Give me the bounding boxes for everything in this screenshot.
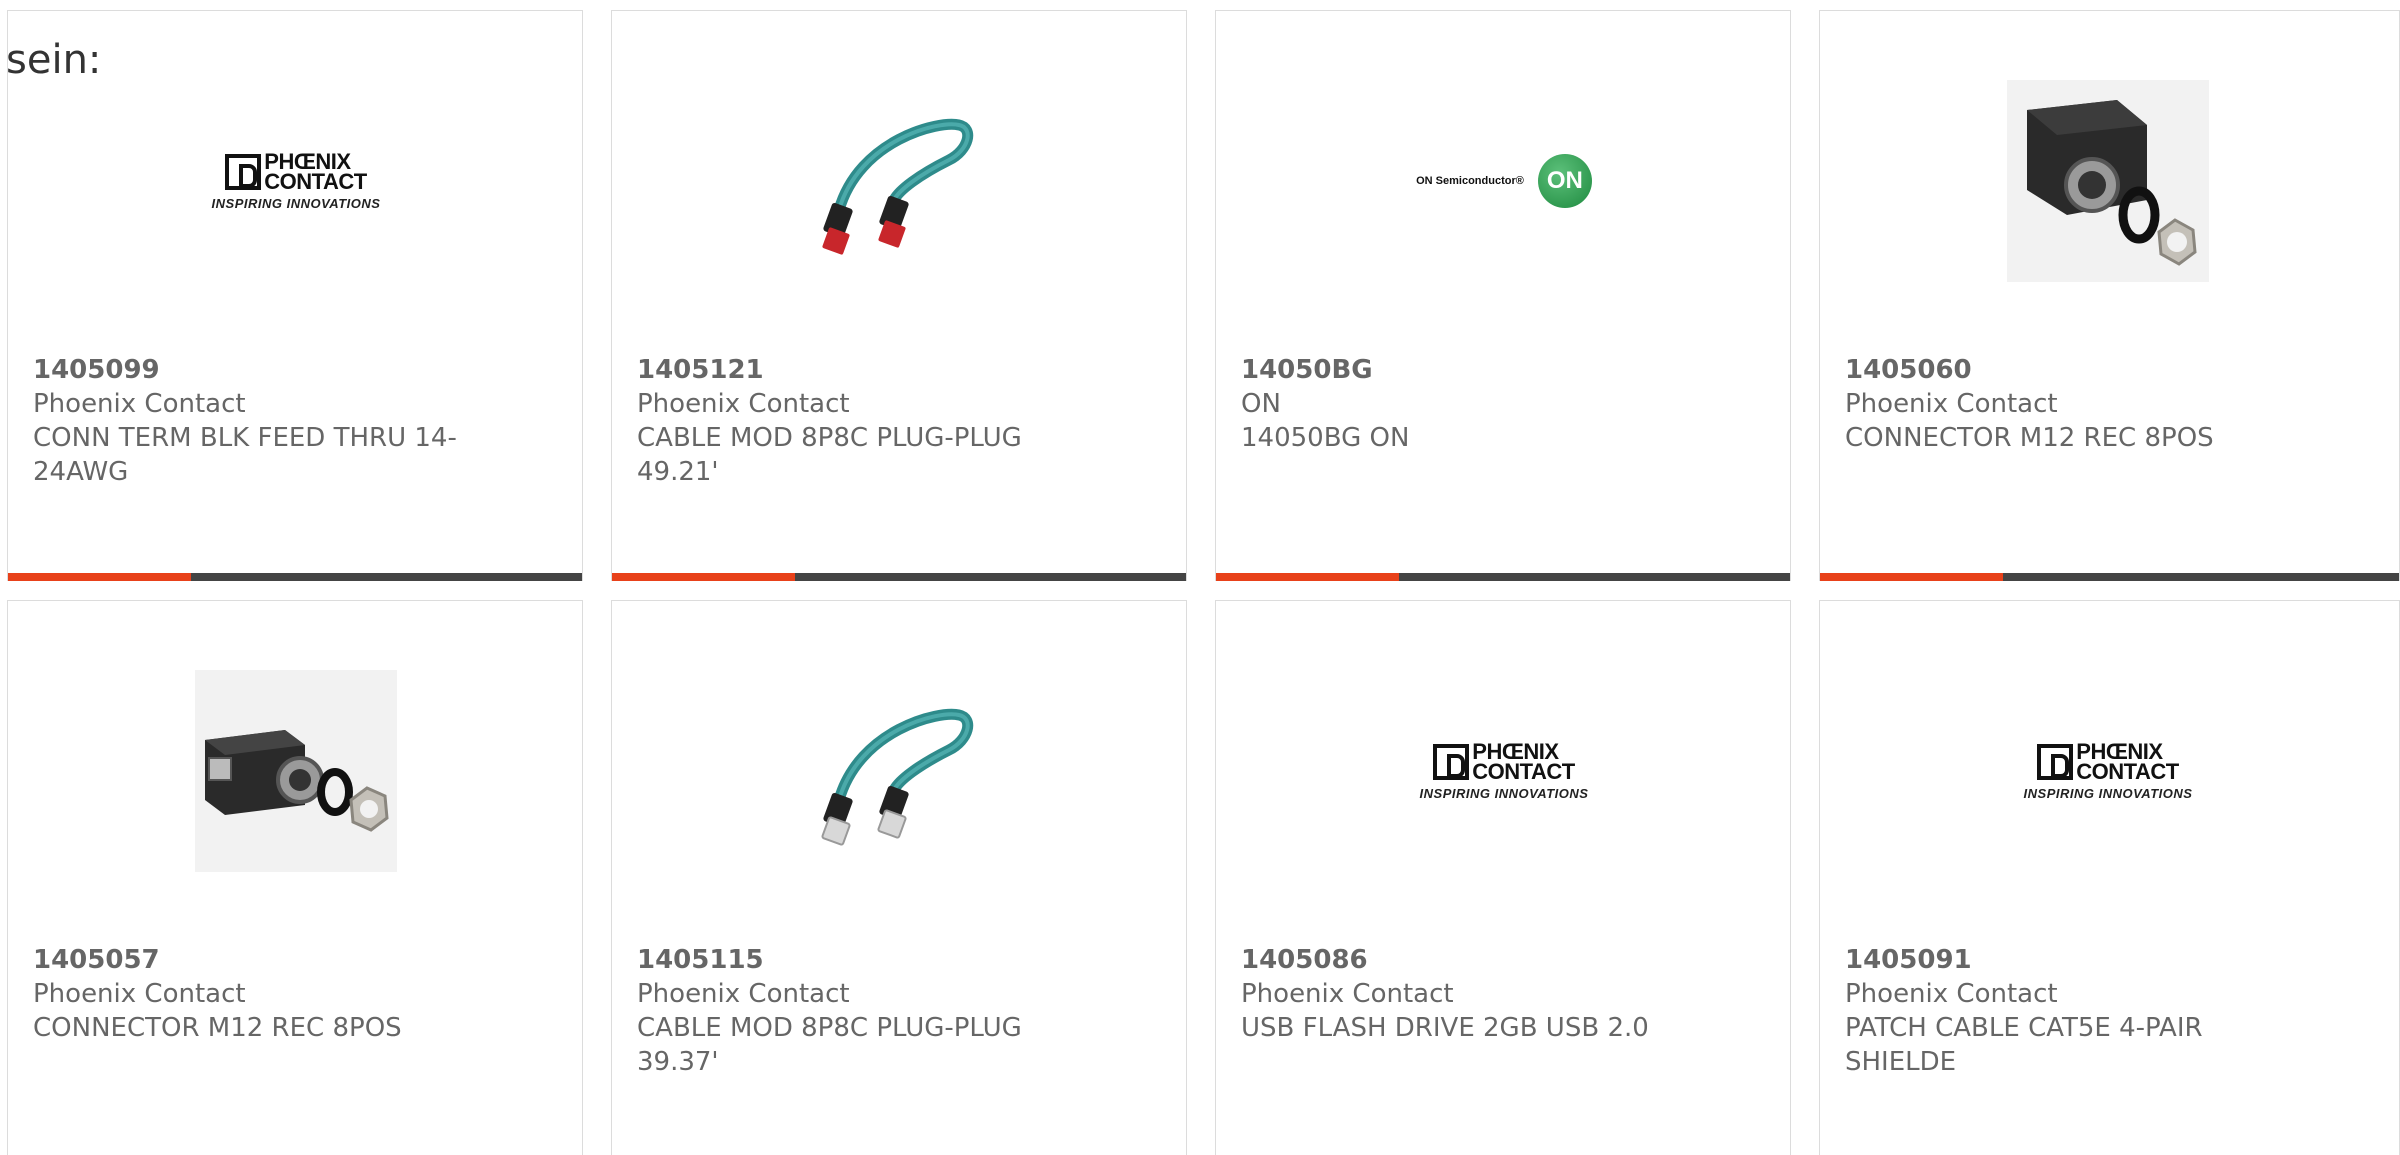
- phoenix-p-icon: [225, 153, 262, 190]
- product-image[interactable]: ON Semiconductor® ON: [1403, 80, 1605, 282]
- phoenix-contact-logo: PHŒNIX CONTACT INSPIRING INNOVATIONS: [2023, 740, 2193, 801]
- part-number[interactable]: 1405099: [33, 353, 503, 387]
- product-image[interactable]: PHŒNIX CONTACT INSPIRING INNOVATIONS: [2007, 670, 2209, 872]
- part-number[interactable]: 1405060: [1845, 353, 2315, 387]
- card-bottom-bar: [612, 573, 1186, 581]
- manufacturer: Phoenix Contact: [33, 389, 246, 419]
- on-badge-icon: ON: [1537, 154, 1592, 208]
- product-info: 1405060 Phoenix Contact CONNECTOR M12 RE…: [1845, 353, 2315, 455]
- manufacturer: Phoenix Contact: [637, 389, 850, 419]
- phoenix-p-icon: [2037, 743, 2074, 780]
- product-card[interactable]: 1405121 Phoenix Contact CABLE MOD 8P8C P…: [611, 10, 1187, 581]
- description: CONNECTOR M12 REC 8POS: [33, 1013, 402, 1043]
- product-image[interactable]: PHŒNIX CONTACT INSPIRING INNOVATIONS: [1403, 670, 1605, 872]
- product-image[interactable]: [2007, 80, 2209, 282]
- product-card[interactable]: 1405057 Phoenix Contact CONNECTOR M12 RE…: [7, 600, 583, 1155]
- logo-text: ON Semiconductor®: [1416, 175, 1524, 187]
- intro-text: sein:: [6, 37, 102, 83]
- part-number[interactable]: 1405086: [1241, 943, 1711, 977]
- product-info: 1405086 Phoenix Contact USB FLASH DRIVE …: [1241, 943, 1711, 1045]
- card-bottom-bar: [1820, 573, 2399, 581]
- logo-tagline: INSPIRING INNOVATIONS: [211, 195, 381, 211]
- phoenix-p-icon: [1433, 743, 1470, 780]
- product-card[interactable]: 1405115 Phoenix Contact CABLE MOD 8P8C P…: [611, 600, 1187, 1155]
- part-number[interactable]: 1405115: [637, 943, 1107, 977]
- card-bottom-bar: [1216, 573, 1790, 581]
- product-card[interactable]: ON Semiconductor® ON 14050BG ON 14050BG …: [1215, 10, 1791, 581]
- part-number[interactable]: 1405091: [1845, 943, 2315, 977]
- product-image[interactable]: [195, 670, 397, 872]
- product-info: 14050BG ON 14050BG ON: [1241, 353, 1711, 455]
- card-accent: [612, 573, 795, 581]
- product-image[interactable]: [799, 80, 1001, 282]
- description: PATCH CABLE CAT5E 4-PAIR SHIELDE: [1845, 1013, 2203, 1077]
- description: 14050BG ON: [1241, 423, 1410, 453]
- description: USB FLASH DRIVE 2GB USB 2.0: [1241, 1013, 1649, 1043]
- description: CONNECTOR M12 REC 8POS: [1845, 423, 2214, 453]
- part-number[interactable]: 1405057: [33, 943, 503, 977]
- manufacturer: Phoenix Contact: [33, 979, 246, 1009]
- card-bottom-bar: [8, 573, 582, 581]
- phoenix-contact-logo: PHŒNIX CONTACT INSPIRING INNOVATIONS: [1419, 740, 1589, 801]
- card-accent: [1820, 573, 2003, 581]
- product-card[interactable]: PHŒNIX CONTACT INSPIRING INNOVATIONS 140…: [1819, 600, 2400, 1155]
- logo-tagline: INSPIRING INNOVATIONS: [1419, 785, 1589, 801]
- logo-line2: CONTACT: [264, 168, 367, 194]
- description: CONN TERM BLK FEED THRU 14-24AWG: [33, 423, 457, 487]
- logo-line2: CONTACT: [1472, 758, 1575, 784]
- on-semiconductor-logo: ON Semiconductor® ON: [1416, 154, 1592, 208]
- product-card[interactable]: 1405060 Phoenix Contact CONNECTOR M12 RE…: [1819, 10, 2400, 581]
- card-accent: [8, 573, 191, 581]
- product-grid: PHŒNIX CONTACT INSPIRING INNOVATIONS 140…: [0, 0, 2400, 1155]
- product-image[interactable]: PHŒNIX CONTACT INSPIRING INNOVATIONS: [195, 80, 397, 282]
- product-info: 1405115 Phoenix Contact CABLE MOD 8P8C P…: [637, 943, 1107, 1079]
- ethernet-cable-red-plugs: [822, 118, 974, 255]
- product-card[interactable]: PHŒNIX CONTACT INSPIRING INNOVATIONS 140…: [7, 10, 583, 581]
- manufacturer: Phoenix Contact: [1241, 979, 1454, 1009]
- part-number[interactable]: 1405121: [637, 353, 1107, 387]
- m12-connector-housing: [2007, 80, 2209, 282]
- product-image[interactable]: [799, 670, 1001, 872]
- description: CABLE MOD 8P8C PLUG-PLUG 39.37': [637, 1013, 1022, 1077]
- manufacturer: Phoenix Contact: [1845, 389, 2058, 419]
- logo-line2: CONTACT: [2076, 758, 2179, 784]
- manufacturer: Phoenix Contact: [1845, 979, 2058, 1009]
- logo-tagline: INSPIRING INNOVATIONS: [2023, 785, 2193, 801]
- phoenix-contact-logo: PHŒNIX CONTACT INSPIRING INNOVATIONS: [211, 150, 381, 211]
- logo-badge: ON: [1546, 167, 1583, 194]
- ethernet-cable-clear-plugs: [821, 708, 974, 846]
- product-card[interactable]: PHŒNIX CONTACT INSPIRING INNOVATIONS 140…: [1215, 600, 1791, 1155]
- part-number[interactable]: 14050BG: [1241, 353, 1711, 387]
- product-info: 1405121 Phoenix Contact CABLE MOD 8P8C P…: [637, 353, 1107, 489]
- manufacturer: ON: [1241, 389, 1281, 419]
- manufacturer: Phoenix Contact: [637, 979, 850, 1009]
- m12-connector-rj45: [195, 670, 397, 872]
- card-accent: [1216, 573, 1399, 581]
- product-info: 1405057 Phoenix Contact CONNECTOR M12 RE…: [33, 943, 503, 1045]
- product-info: 1405099 Phoenix Contact CONN TERM BLK FE…: [33, 353, 503, 489]
- product-info: 1405091 Phoenix Contact PATCH CABLE CAT5…: [1845, 943, 2315, 1079]
- description: CABLE MOD 8P8C PLUG-PLUG 49.21': [637, 423, 1022, 487]
